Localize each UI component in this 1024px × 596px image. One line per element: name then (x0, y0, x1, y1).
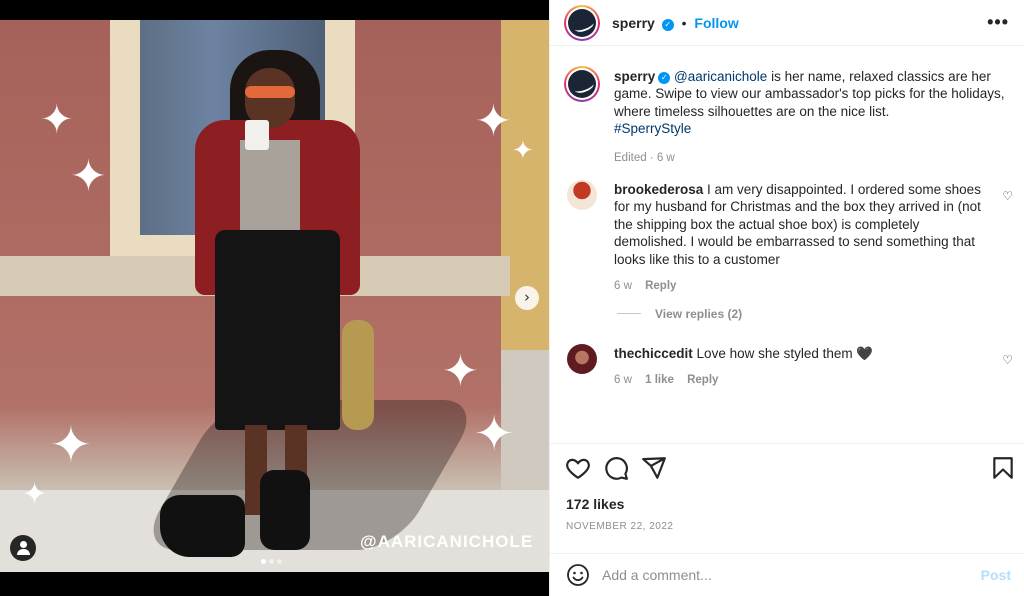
more-options-icon[interactable]: ••• (987, 12, 1009, 33)
sparkle-icon: ✦ (512, 136, 534, 166)
sparkle-icon: ✦ (50, 416, 92, 474)
post-comment-button[interactable]: Post (981, 567, 1011, 583)
view-replies-button[interactable]: View replies (2) (617, 307, 742, 321)
comment: brookederosa I am very disappointed. I o… (614, 181, 994, 295)
add-comment-bar: Post (550, 553, 1024, 596)
post-media: ✦ ✦ ✦ ✦ ✦ ✦ ✦ ✦ @AARICANICHOLE › (0, 0, 549, 596)
comment-username[interactable]: brookederosa (614, 182, 703, 197)
sweater (240, 140, 300, 230)
sparkle-icon: ✦ (22, 477, 48, 512)
coffee-cup (245, 120, 269, 150)
handbag (342, 320, 374, 430)
face (245, 68, 295, 128)
bookmark-icon[interactable] (990, 455, 1016, 481)
post-caption: sperry ✓ @aaricanichole is her name, rela… (614, 68, 1006, 167)
verified-badge-icon: ✓ (658, 72, 671, 84)
post-photo: ✦ ✦ ✦ ✦ ✦ ✦ ✦ ✦ @AARICANICHOLE (0, 20, 549, 572)
black-skirt (215, 230, 340, 430)
comment-like-icon[interactable]: ♡ (1002, 353, 1013, 367)
post-date: NOVEMBER 22, 2022 (566, 521, 674, 532)
comment-text: Love how she styled them 🖤 (696, 346, 874, 361)
caption-mention[interactable]: @aaricanichole (674, 69, 767, 84)
reply-button[interactable]: Reply (687, 374, 718, 386)
verified-badge-icon: ✓ (661, 19, 674, 31)
caption-hashtag[interactable]: #SperryStyle (614, 121, 691, 136)
post-header: sperry ✓ • Follow ••• (550, 0, 1024, 46)
comments-thread[interactable]: sperry ✓ @aaricanichole is her name, rela… (550, 47, 1024, 442)
view-replies-label: View replies (2) (655, 307, 743, 321)
person-figure (160, 50, 374, 570)
carousel-dot (277, 559, 282, 564)
boot-right (260, 470, 310, 550)
sparkle-icon: ✦ (474, 406, 515, 462)
caption-username[interactable]: sperry (614, 69, 655, 84)
comment: thechiccedit Love how she styled them 🖤 … (614, 345, 994, 390)
share-icon[interactable] (641, 455, 667, 481)
profile-avatar[interactable] (564, 5, 600, 41)
commenter-avatar[interactable] (567, 180, 597, 210)
header-separator: • (681, 15, 687, 31)
comment-meta: 6 w 1 like Reply (614, 372, 994, 389)
caption-avatar[interactable] (564, 66, 600, 102)
header-username[interactable]: sperry (612, 15, 655, 31)
sunglasses (245, 86, 295, 98)
heart-icon[interactable] (565, 455, 591, 481)
photo-watermark: @AARICANICHOLE (360, 532, 534, 551)
post-side-panel: sperry ✓ • Follow ••• sperry ✓ @aaricanic… (549, 0, 1024, 596)
comment-time: 6 w (614, 374, 632, 387)
header-account: sperry ✓ • Follow (612, 15, 739, 31)
caption-meta: Edited · 6 w (614, 151, 675, 164)
comment-like-count[interactable]: 1 like (645, 374, 674, 386)
comment-meta: 6 w Reply (614, 278, 994, 295)
comment-like-icon[interactable]: ♡ (1002, 189, 1013, 203)
boot-left (160, 495, 245, 557)
caption-text: is her name, relaxed classics are her ga… (614, 69, 1005, 119)
carousel-next-button[interactable]: › (515, 286, 539, 310)
carousel-indicator (261, 552, 285, 567)
sparkle-icon: ✦ (442, 346, 479, 397)
user-tag-button[interactable] (10, 535, 36, 561)
chevron-right-icon: › (524, 288, 530, 306)
emoji-icon[interactable] (566, 563, 590, 587)
likes-count[interactable]: 172 likes (566, 496, 624, 512)
comment-username[interactable]: thechiccedit (614, 346, 693, 361)
comment-input[interactable] (602, 562, 962, 588)
replies-divider (617, 313, 641, 314)
carousel-dot (261, 559, 266, 564)
comment-icon[interactable] (603, 455, 629, 481)
commenter-avatar[interactable] (567, 344, 597, 374)
sparkle-icon: ✦ (40, 97, 74, 143)
reply-button[interactable]: Reply (645, 280, 676, 292)
follow-button[interactable]: Follow (694, 15, 738, 31)
sparkle-icon: ✦ (70, 151, 107, 202)
comment-time: 6 w (614, 280, 632, 293)
post-actions: 172 likes NOVEMBER 22, 2022 (550, 443, 1024, 558)
sparkle-icon: ✦ (475, 96, 512, 147)
carousel-dot (269, 559, 274, 564)
